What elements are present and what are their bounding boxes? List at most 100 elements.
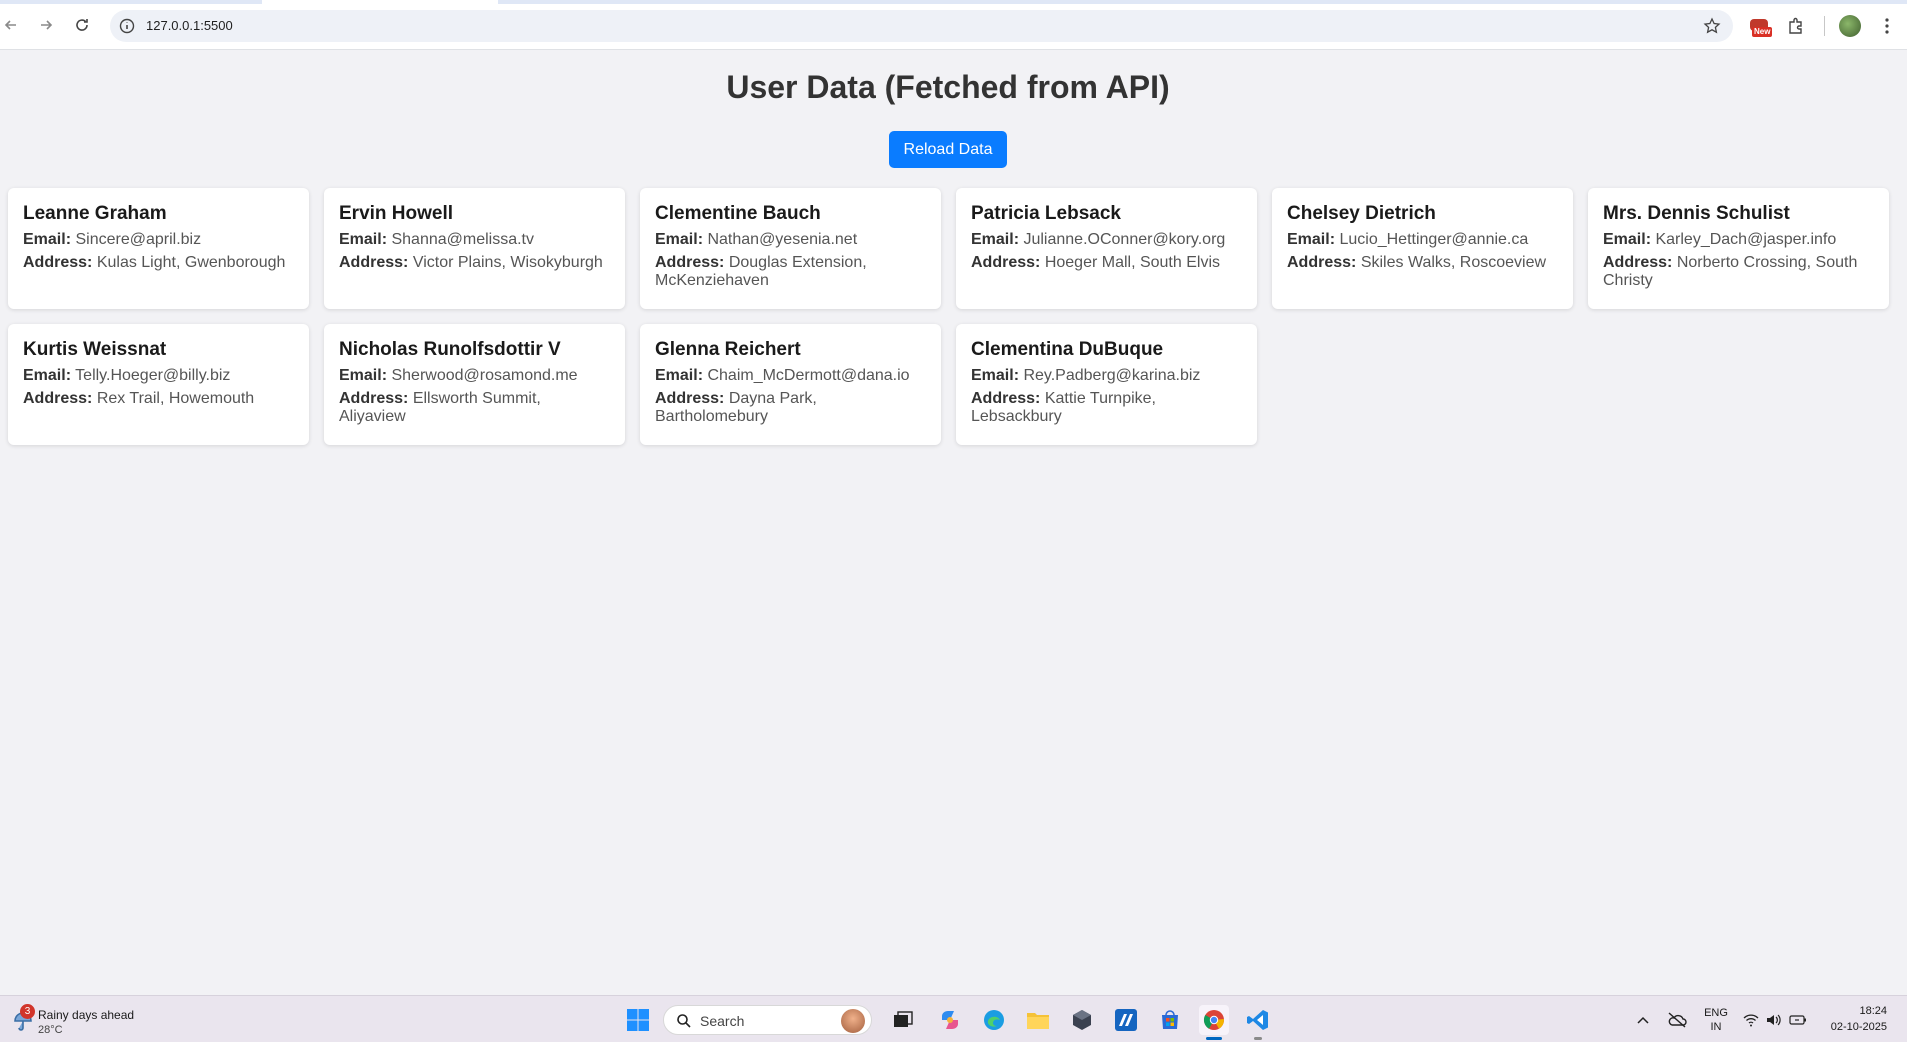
language-code: ENG [1704, 1007, 1728, 1019]
user-email: Nathan@yesenia.net [707, 231, 858, 248]
taskbar-clock[interactable]: 18:24 02-10-2025 [1831, 1003, 1887, 1035]
user-email-row: Email: Lucio_Hettinger@annie.ca [1287, 231, 1558, 249]
clock-date: 02-10-2025 [1830, 1021, 1887, 1033]
email-label: Email: [971, 367, 1020, 384]
email-label: Email: [339, 231, 388, 248]
user-address-row: Address: Ellsworth Summit, Aliyaview [339, 390, 610, 426]
email-label: Email: [655, 367, 704, 384]
dark-cube-app-icon[interactable] [1067, 1005, 1097, 1035]
user-email-row: Email: Karley_Dach@jasper.info [1603, 231, 1874, 249]
copilot-icon[interactable] [935, 1005, 965, 1035]
user-email: Lucio_Hettinger@annie.ca [1339, 231, 1529, 248]
user-email-row: Email: Sherwood@rosamond.me [339, 367, 610, 385]
address-label: Address: [23, 390, 93, 407]
vscode-icon[interactable] [1243, 1005, 1273, 1035]
user-email: Julianne.OConner@kory.org [1023, 231, 1226, 248]
toolbar-divider [1824, 16, 1825, 36]
user-name: Glenna Reichert [655, 339, 801, 360]
email-label: Email: [23, 231, 72, 248]
page-title: User Data (Fetched from API) [726, 69, 1170, 105]
user-name: Clementina DuBuque [971, 339, 1164, 360]
address-label: Address: [971, 390, 1041, 407]
user-email: Sherwood@rosamond.me [391, 367, 578, 384]
clock-time: 18:24 [1859, 1005, 1887, 1017]
email-label: Email: [1287, 231, 1336, 248]
user-email-row: Email: Chaim_McDermott@dana.io [655, 367, 926, 385]
user-card: Ervin Howell Email: Shanna@melissa.tv Addr… [324, 188, 625, 309]
chrome-active-indicator [1206, 1037, 1222, 1040]
weather-alert-badge: 3 [20, 1004, 35, 1019]
forward-icon[interactable] [35, 14, 57, 36]
chrome-icon[interactable] [1199, 1005, 1229, 1035]
extension-new-badge: New [1752, 27, 1773, 37]
email-label: Email: [971, 231, 1020, 248]
volume-icon [1767, 1014, 1781, 1026]
user-address-row: Address: Douglas Extension, McKenziehave… [655, 254, 926, 290]
reload-data-button[interactable]: Reload Data [889, 131, 1007, 168]
address-label: Address: [1287, 254, 1357, 271]
user-name: Kurtis Weissnat [23, 339, 167, 360]
search-icon [677, 1014, 691, 1028]
windows-taskbar: 3 Rainy days ahead 28°C Search ENG IN 18… [0, 995, 1907, 1042]
user-name: Clementine Bauch [655, 203, 821, 224]
url-text[interactable]: 127.0.0.1:5500 [146, 18, 233, 33]
user-card: Mrs. Dennis Schulist Email: Karley_Dach@j… [1588, 188, 1889, 309]
language-indicator[interactable]: ENG IN [1703, 1006, 1729, 1034]
user-address: Victor Plains, Wisokyburgh [412, 254, 603, 271]
address-bar[interactable]: 127.0.0.1:5500 [110, 10, 1733, 42]
weather-widget[interactable]: 3 Rainy days ahead 28°C [10, 1004, 160, 1036]
file-explorer-icon[interactable] [1023, 1005, 1053, 1035]
user-card: Leanne Graham Email: Sincere@april.biz Add… [8, 188, 309, 309]
user-address: Hoeger Mall, South Elvis [1044, 254, 1220, 271]
page-body: User Data (Fetched from API) Reload Data… [0, 51, 1907, 995]
onedrive-offline-icon[interactable] [1663, 1005, 1691, 1035]
address-label: Address: [971, 254, 1041, 271]
show-hidden-icons-chevron-up-icon[interactable] [1631, 1005, 1655, 1035]
quick-settings[interactable] [1741, 1005, 1809, 1035]
taskbar-search[interactable]: Search [663, 1005, 872, 1035]
user-card: Chelsey Dietrich Email: Lucio_Hettinger@a… [1272, 188, 1573, 309]
user-email-row: Email: Sincere@april.biz [23, 231, 294, 249]
user-card: Patricia Lebsack Email: Julianne.OConner@… [956, 188, 1257, 309]
active-tab[interactable] [262, 0, 498, 4]
extension-new-icon[interactable]: New [1746, 13, 1773, 39]
wifi-icon [1743, 1014, 1759, 1027]
email-label: Email: [1603, 231, 1652, 248]
user-email: Rey.Padberg@karina.biz [1023, 367, 1201, 384]
user-card: Nicholas Runolfsdottir V Email: Sherwood@… [324, 324, 625, 445]
search-placeholder: Search [700, 1013, 745, 1029]
bookmark-star-icon[interactable] [1703, 17, 1721, 35]
profile-avatar[interactable] [1839, 15, 1861, 37]
user-address: Rex Trail, Howemouth [96, 390, 255, 407]
address-label: Address: [23, 254, 93, 271]
user-email: Karley_Dach@jasper.info [1655, 231, 1837, 248]
edge-browser-icon[interactable] [979, 1005, 1009, 1035]
blue-app-icon[interactable] [1111, 1005, 1141, 1035]
task-view-icon[interactable] [888, 1005, 918, 1035]
tab-strip [0, 0, 1907, 4]
site-info-icon[interactable] [118, 17, 136, 35]
user-name: Chelsey Dietrich [1287, 203, 1436, 224]
email-label: Email: [23, 367, 72, 384]
menu-kebab-icon[interactable] [1874, 13, 1900, 39]
battery-icon [1789, 1015, 1806, 1025]
user-address-row: Address: Kulas Light, Gwenborough [23, 254, 294, 272]
user-email: Telly.Hoeger@billy.biz [75, 367, 231, 384]
region-code: IN [1710, 1021, 1722, 1033]
address-label: Address: [339, 254, 409, 271]
user-card: Clementine Bauch Email: Nathan@yesenia.ne… [640, 188, 941, 309]
extensions-puzzle-icon[interactable] [1783, 13, 1809, 39]
user-card: Kurtis Weissnat Email: Telly.Hoeger@billy… [8, 324, 309, 445]
user-name: Mrs. Dennis Schulist [1603, 203, 1790, 224]
microsoft-store-icon[interactable] [1155, 1005, 1185, 1035]
user-email: Sincere@april.biz [75, 231, 202, 248]
reload-icon[interactable] [71, 14, 93, 36]
user-card: Clementina DuBuque Email: Rey.Padberg@kar… [956, 324, 1257, 445]
user-card: Glenna Reichert Email: Chaim_McDermott@da… [640, 324, 941, 445]
browser-toolbar: 127.0.0.1:5500 New [0, 0, 1907, 50]
user-name: Ervin Howell [339, 203, 454, 224]
user-address-row: Address: Victor Plains, Wisokyburgh [339, 254, 610, 272]
back-icon[interactable] [0, 14, 22, 36]
user-email: Chaim_McDermott@dana.io [707, 367, 910, 384]
start-windows-icon[interactable] [623, 1005, 653, 1035]
